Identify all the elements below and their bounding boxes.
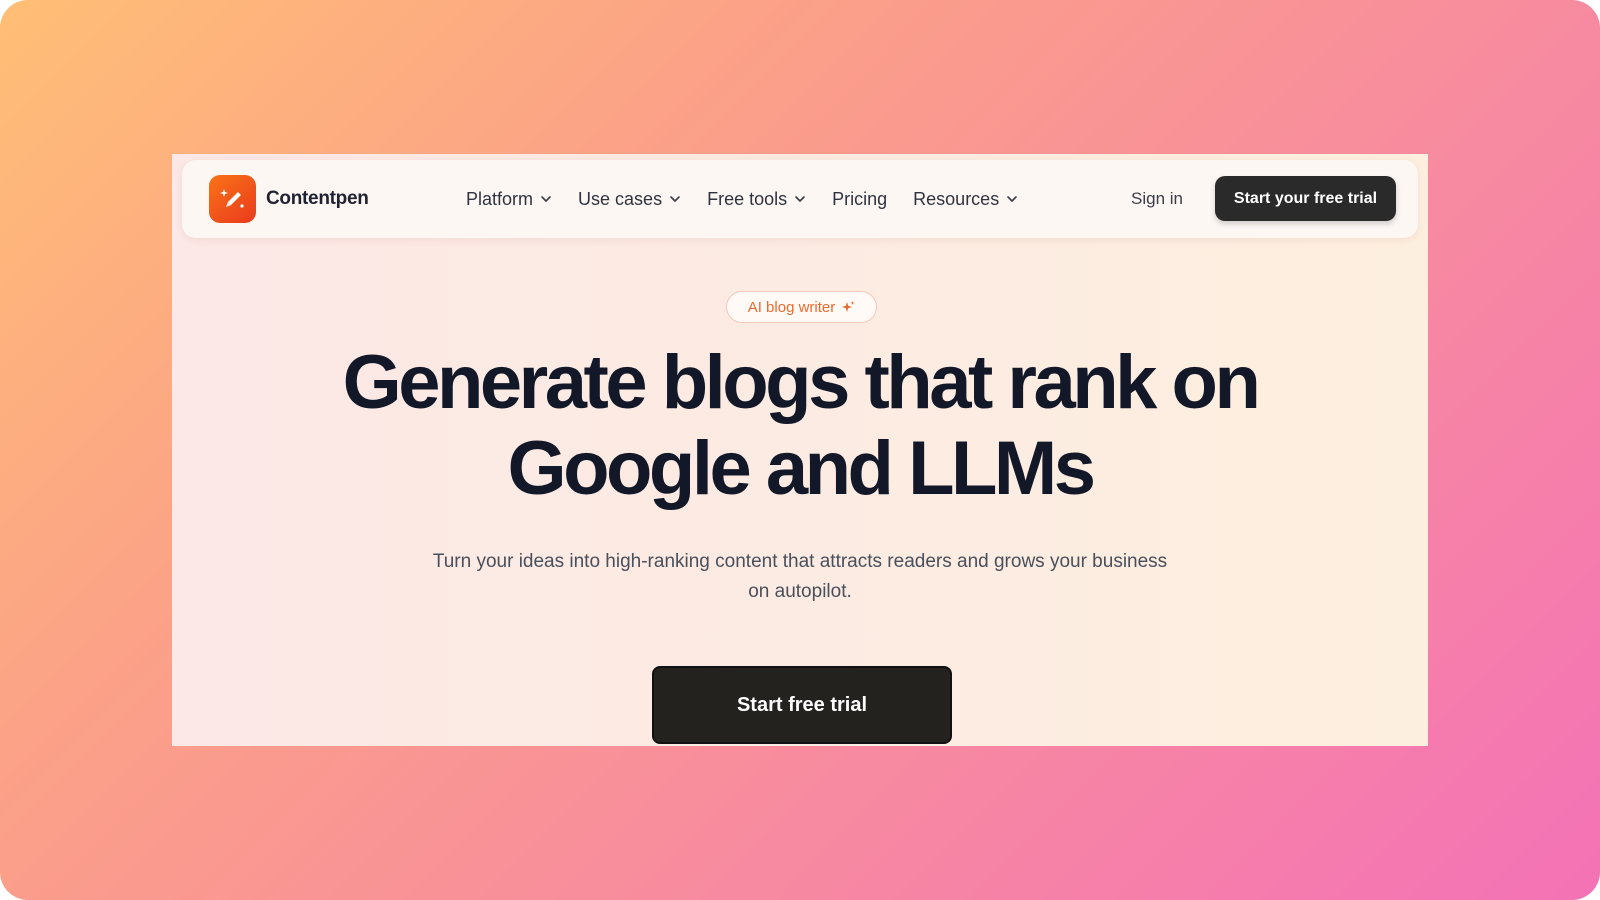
nav-item-free-tools[interactable]: Free tools <box>707 189 806 210</box>
nav-item-label: Resources <box>913 188 1000 209</box>
start-free-trial-button[interactable]: Start free trial <box>652 666 952 744</box>
nav-item-label: Platform <box>466 188 534 209</box>
nav-item-label: Use cases <box>578 188 663 209</box>
chevron-down-icon <box>795 196 805 202</box>
nav-item-resources[interactable]: Resources <box>913 189 1018 210</box>
subtitle-line-2: on autopilot. <box>748 581 852 602</box>
nav-item-pricing[interactable]: Pricing <box>832 189 887 210</box>
pen-sparkle-icon <box>209 175 256 223</box>
badge-label: AI blog writer <box>747 298 836 316</box>
chevron-down-icon <box>541 196 551 202</box>
start-trial-nav-button[interactable]: Start your free trial <box>1215 176 1396 221</box>
hero-subtitle: Turn your ideas into high-ranking conten… <box>392 547 1208 607</box>
nav-item-use-cases[interactable]: Use cases <box>578 189 681 210</box>
main-nav: Platform Use cases Free tools Pricing Re… <box>466 160 1044 238</box>
headline-line-2: Google and LLMs <box>507 426 1096 511</box>
chevron-down-icon <box>670 196 680 202</box>
sparkle-icon <box>842 301 855 312</box>
background-frame: Contentpen Platform Use cases Free tools… <box>0 0 1600 900</box>
brand-name: Contentpen <box>266 188 369 209</box>
brand-logo[interactable]: Contentpen <box>209 175 369 223</box>
top-navbar: Contentpen Platform Use cases Free tools… <box>182 160 1418 238</box>
ai-blog-writer-badge: AI blog writer <box>726 291 877 323</box>
chevron-down-icon <box>1007 196 1018 202</box>
sign-in-link[interactable]: Sign in <box>1131 160 1183 238</box>
hero-headline: Generate blogs that rank on Google and L… <box>172 340 1428 512</box>
nav-item-label: Pricing <box>832 188 888 209</box>
nav-item-platform[interactable]: Platform <box>466 189 552 210</box>
browser-viewport: Contentpen Platform Use cases Free tools… <box>172 154 1428 746</box>
nav-item-label: Free tools <box>707 188 788 209</box>
subtitle-line-1: Turn your ideas into high-ranking conten… <box>432 551 1168 572</box>
headline-line-1: Generate blogs that rank on <box>342 340 1261 425</box>
